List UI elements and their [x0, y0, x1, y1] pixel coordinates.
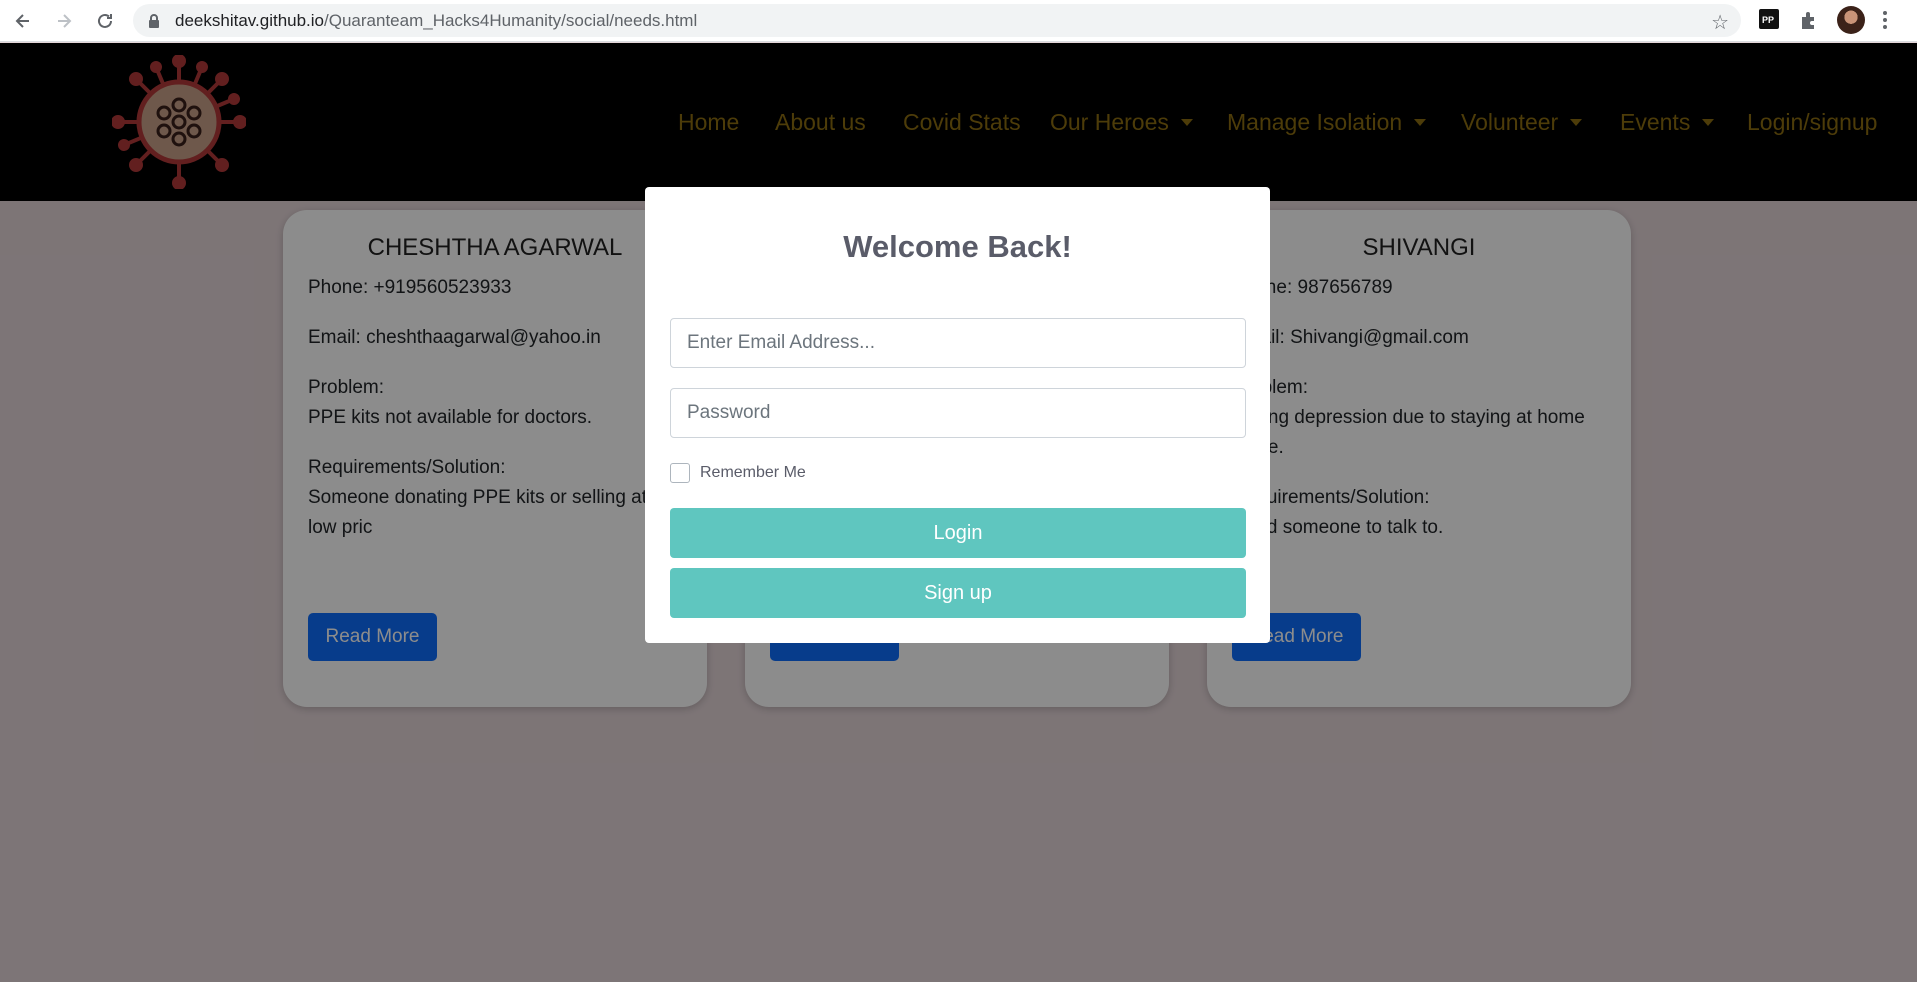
lock-icon [148, 14, 160, 33]
browser-toolbar: deekshitav.github.io/Quaranteam_Hacks4Hu… [0, 0, 1917, 42]
extensions-puzzle-icon[interactable] [1798, 9, 1820, 36]
bookmark-star-icon[interactable]: ☆ [1711, 10, 1729, 35]
signup-button[interactable]: Sign up [670, 568, 1246, 618]
remember-me-checkbox[interactable] [670, 463, 690, 483]
back-icon[interactable] [10, 8, 36, 34]
password-field[interactable] [670, 388, 1246, 438]
remember-me-label: Remember Me [700, 464, 806, 481]
address-bar[interactable]: deekshitav.github.io/Quaranteam_Hacks4Hu… [133, 4, 1741, 37]
modal-title: Welcome Back! [843, 229, 1072, 264]
login-button[interactable]: Login [670, 508, 1246, 558]
url-text: deekshitav.github.io/Quaranteam_Hacks4Hu… [175, 11, 698, 30]
extension-pp-icon[interactable]: PP [1759, 9, 1779, 34]
remember-me: Remember Me [670, 463, 806, 483]
profile-avatar[interactable] [1837, 6, 1865, 34]
login-modal: Welcome Back! Remember Me Login Sign up [645, 187, 1270, 643]
modal-backdrop[interactable]: Welcome Back! Remember Me Login Sign up [0, 43, 1917, 982]
email-field[interactable] [670, 318, 1246, 368]
svg-text:PP: PP [1762, 15, 1774, 25]
more-menu-icon[interactable] [1882, 10, 1888, 35]
reload-icon[interactable] [92, 8, 118, 34]
forward-icon[interactable] [51, 8, 77, 34]
